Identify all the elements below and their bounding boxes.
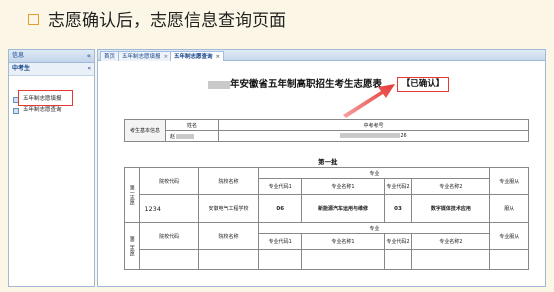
tab-label: 五年制志愿查询 bbox=[174, 54, 213, 60]
redacted-name bbox=[176, 133, 195, 139]
sidebar: 信息 « 中考生 « 五年制志愿填报 五年制志愿查询 bbox=[8, 49, 95, 287]
major-name-value-1: 新能源汽车运用与维修 bbox=[301, 194, 385, 223]
school-name-value: 安徽电气工程学校 bbox=[197, 194, 260, 223]
major-name-value-2: 数字媒体技术应用 bbox=[411, 194, 491, 223]
school-code-value: 1234 bbox=[139, 194, 199, 223]
school-code-header: 院校代码 bbox=[139, 222, 199, 250]
major-name-header-1: 专业名称1 bbox=[301, 178, 385, 195]
collapse-icon[interactable]: « bbox=[87, 50, 91, 62]
document-icon bbox=[13, 108, 19, 114]
name-header: 姓名 bbox=[165, 119, 219, 131]
obey-header: 专业服从 bbox=[489, 167, 529, 195]
sidebar-header-label: 信息 bbox=[12, 52, 25, 59]
major-code-header-2: 专业代码2 bbox=[383, 233, 413, 250]
major-code-header-2: 专业代码2 bbox=[383, 178, 413, 195]
slide-title-text: 志愿确认后，志愿信息查询页面 bbox=[48, 11, 286, 31]
major-code-header-1: 专业代码1 bbox=[258, 178, 303, 195]
tab-label: 首页 bbox=[104, 54, 116, 60]
school-name-value bbox=[197, 249, 260, 270]
square-bullet-icon bbox=[28, 13, 39, 25]
major-code-header-1: 专业代码1 bbox=[258, 233, 303, 250]
name-value: 赵 bbox=[170, 133, 176, 140]
major-header: 专业 bbox=[258, 222, 491, 234]
tab-home[interactable]: 首页 bbox=[100, 51, 120, 61]
sidebar-item-label: 五年制志愿查询 bbox=[23, 107, 62, 113]
obey-value bbox=[489, 249, 529, 270]
exam-no-value-cell: 26 bbox=[218, 130, 529, 142]
major-header: 专业 bbox=[258, 167, 491, 179]
tab-label: 五年制志愿填报 bbox=[122, 54, 161, 60]
school-name-header: 院校名称 bbox=[197, 167, 260, 195]
sidebar-item-query-application[interactable]: 五年制志愿查询 bbox=[9, 105, 94, 116]
major-name-header-1: 专业名称1 bbox=[301, 233, 385, 250]
sidebar-header: 信息 « bbox=[9, 50, 94, 63]
major-code-value-1: 06 bbox=[258, 194, 303, 223]
main-content: 年安徽省五年制高职招生考生志愿表 【已确认】 考生基本信息 姓名 中考考号 赵 … bbox=[97, 61, 546, 287]
major-code-value-2: 03 bbox=[383, 194, 413, 223]
school-name-header: 院校名称 bbox=[197, 222, 260, 250]
student-info-table: 考生基本信息 姓名 中考考号 赵 26 bbox=[124, 119, 529, 142]
school-code-value bbox=[139, 249, 199, 270]
highlight-box-sidebar bbox=[18, 90, 73, 106]
major-code-value-2 bbox=[383, 249, 413, 270]
obey-header: 专业服从 bbox=[489, 222, 529, 250]
sidebar-section-label: 中考生 bbox=[12, 65, 31, 72]
redacted-year bbox=[208, 80, 230, 89]
major-name-value-2 bbox=[411, 249, 491, 270]
close-icon[interactable]: × bbox=[164, 54, 169, 60]
tab-query-application[interactable]: 五年制志愿查询 × bbox=[170, 51, 225, 61]
batch-title: 第一批 bbox=[318, 158, 338, 166]
obey-value: 服从 bbox=[489, 194, 529, 223]
major-code-value-1 bbox=[258, 249, 303, 270]
major-name-value-1 bbox=[301, 249, 385, 270]
sidebar-section-middle-school[interactable]: 中考生 « bbox=[9, 63, 94, 76]
info-row-label: 考生基本信息 bbox=[124, 119, 166, 142]
exam-no-value: 26 bbox=[400, 133, 407, 139]
major-name-header-2: 专业名称2 bbox=[411, 233, 491, 250]
status-badge: 【已确认】 bbox=[401, 79, 445, 89]
choice-1-label: 第一志愿 bbox=[123, 167, 141, 223]
major-name-header-2: 专业名称2 bbox=[411, 178, 491, 195]
choices-table: 第一志愿 院校代码 院校名称 专业 专业服从 专业代码1 专业名称1 专业代码2… bbox=[123, 167, 529, 270]
tab-bar: 首页 五年制志愿填报 × 五年制志愿查询 × bbox=[97, 49, 546, 61]
exam-no-header: 中考考号 bbox=[218, 119, 529, 131]
section-collapse-icon[interactable]: « bbox=[87, 63, 91, 75]
choice-2-label: 第二志愿 bbox=[123, 222, 141, 270]
tab-fill-application[interactable]: 五年制志愿填报 × bbox=[118, 51, 173, 61]
redacted-exam-no bbox=[340, 133, 401, 138]
close-icon[interactable]: × bbox=[216, 54, 221, 60]
confirmed-status-box: 【已确认】 bbox=[397, 77, 449, 92]
name-value-cell: 赵 bbox=[165, 130, 219, 142]
red-arrow-icon bbox=[343, 84, 395, 118]
school-code-header: 院校代码 bbox=[139, 167, 199, 195]
slide-title: 志愿确认后，志愿信息查询页面 bbox=[28, 6, 286, 31]
